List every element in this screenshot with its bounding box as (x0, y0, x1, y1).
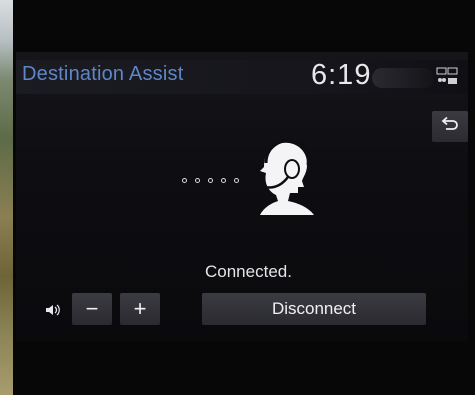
back-arrow-icon (440, 116, 460, 137)
page-title: Destination Assist (22, 63, 184, 85)
progress-dot (221, 178, 226, 183)
status-bar-pill (372, 68, 434, 88)
connectivity-status-icon (436, 66, 458, 88)
call-status-text: Connected. (205, 262, 292, 281)
background-photo-edge (0, 0, 13, 395)
progress-dot (234, 178, 239, 183)
progress-dot (195, 178, 200, 183)
connection-progress-dots (182, 178, 239, 183)
speaker-icon (45, 303, 61, 317)
clock: 6:19 (311, 59, 372, 91)
volume-up-button[interactable]: + (120, 293, 160, 325)
headset-operator-icon (252, 135, 322, 215)
disconnect-button[interactable]: Disconnect (202, 293, 426, 325)
back-button[interactable] (432, 111, 468, 142)
volume-down-button[interactable]: − (72, 293, 112, 325)
progress-dot (208, 178, 213, 183)
progress-dot (182, 178, 187, 183)
